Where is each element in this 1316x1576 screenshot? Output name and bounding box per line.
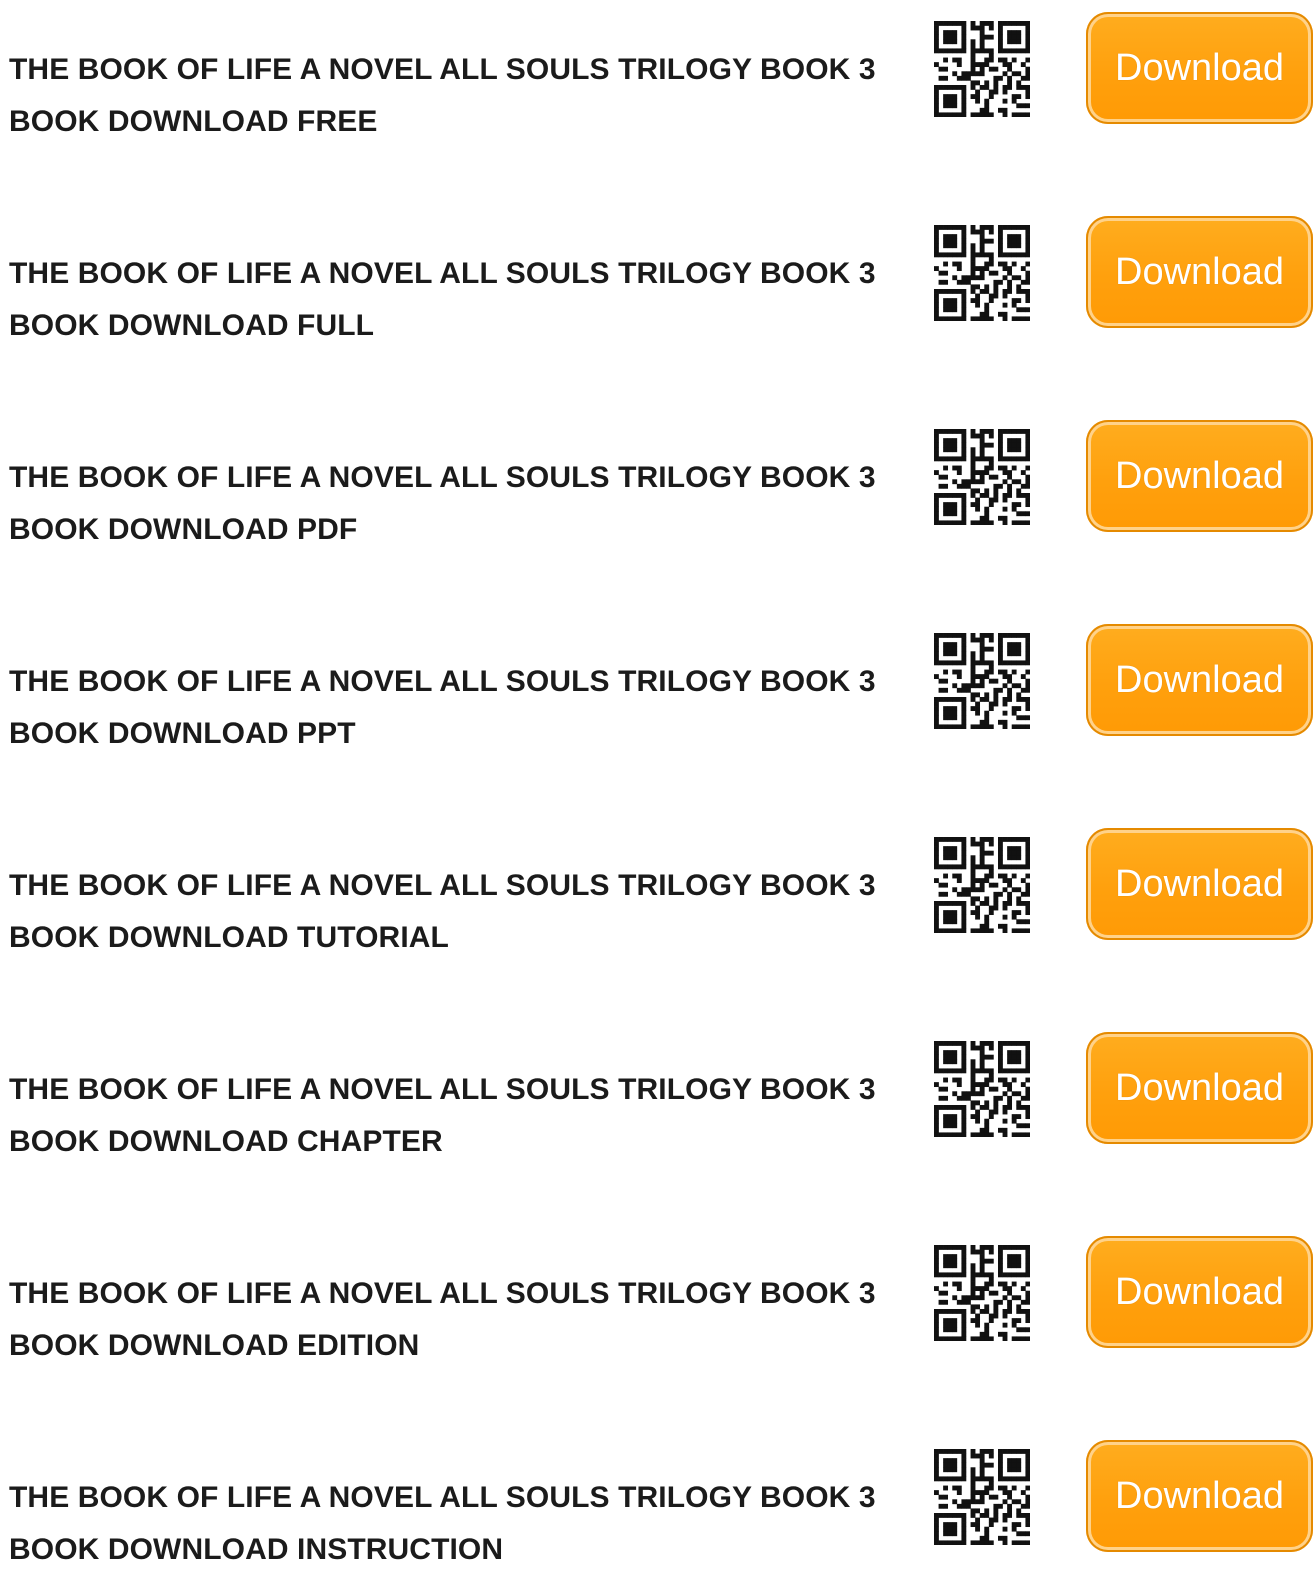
entry-title: THE BOOK OF LIFE A NOVEL ALL SOULS TRILO… — [9, 665, 876, 750]
entry-title: THE BOOK OF LIFE A NOVEL ALL SOULS TRILO… — [9, 257, 876, 342]
entry-title: THE BOOK OF LIFE A NOVEL ALL SOULS TRILO… — [9, 869, 876, 954]
download-button[interactable]: Download — [1086, 828, 1313, 940]
entry-6: THE BOOK OF LIFE A NOVEL ALL SOULS TRILO… — [0, 1230, 1316, 1362]
download-button[interactable]: Download — [1086, 1236, 1313, 1348]
qr-code-icon — [934, 837, 1030, 933]
entry-title: THE BOOK OF LIFE A NOVEL ALL SOULS TRILO… — [9, 1481, 876, 1566]
entry-2: THE BOOK OF LIFE A NOVEL ALL SOULS TRILO… — [0, 414, 1316, 546]
qr-code-icon — [934, 21, 1030, 117]
entry-0: THE BOOK OF LIFE A NOVEL ALL SOULS TRILO… — [0, 6, 1316, 138]
entry-title: THE BOOK OF LIFE A NOVEL ALL SOULS TRILO… — [9, 1277, 876, 1362]
qr-code-icon — [934, 225, 1030, 321]
qr-code-icon — [934, 1245, 1030, 1341]
entry-7: THE BOOK OF LIFE A NOVEL ALL SOULS TRILO… — [0, 1434, 1316, 1566]
entry-3: THE BOOK OF LIFE A NOVEL ALL SOULS TRILO… — [0, 618, 1316, 750]
qr-code-icon — [934, 1041, 1030, 1137]
qr-code-icon — [934, 633, 1030, 729]
entry-title: THE BOOK OF LIFE A NOVEL ALL SOULS TRILO… — [9, 53, 876, 138]
download-button[interactable]: Download — [1086, 1032, 1313, 1144]
entry-5: THE BOOK OF LIFE A NOVEL ALL SOULS TRILO… — [0, 1026, 1316, 1158]
download-button[interactable]: Download — [1086, 624, 1313, 736]
entry-1: THE BOOK OF LIFE A NOVEL ALL SOULS TRILO… — [0, 210, 1316, 342]
download-button[interactable]: Download — [1086, 420, 1313, 532]
qr-code-icon — [934, 1449, 1030, 1545]
download-button[interactable]: Download — [1086, 12, 1313, 124]
download-button[interactable]: Download — [1086, 1440, 1313, 1552]
entry-4: THE BOOK OF LIFE A NOVEL ALL SOULS TRILO… — [0, 822, 1316, 954]
qr-code-icon — [934, 429, 1030, 525]
entry-title: THE BOOK OF LIFE A NOVEL ALL SOULS TRILO… — [9, 461, 876, 546]
entry-title: THE BOOK OF LIFE A NOVEL ALL SOULS TRILO… — [9, 1073, 876, 1158]
download-button[interactable]: Download — [1086, 216, 1313, 328]
